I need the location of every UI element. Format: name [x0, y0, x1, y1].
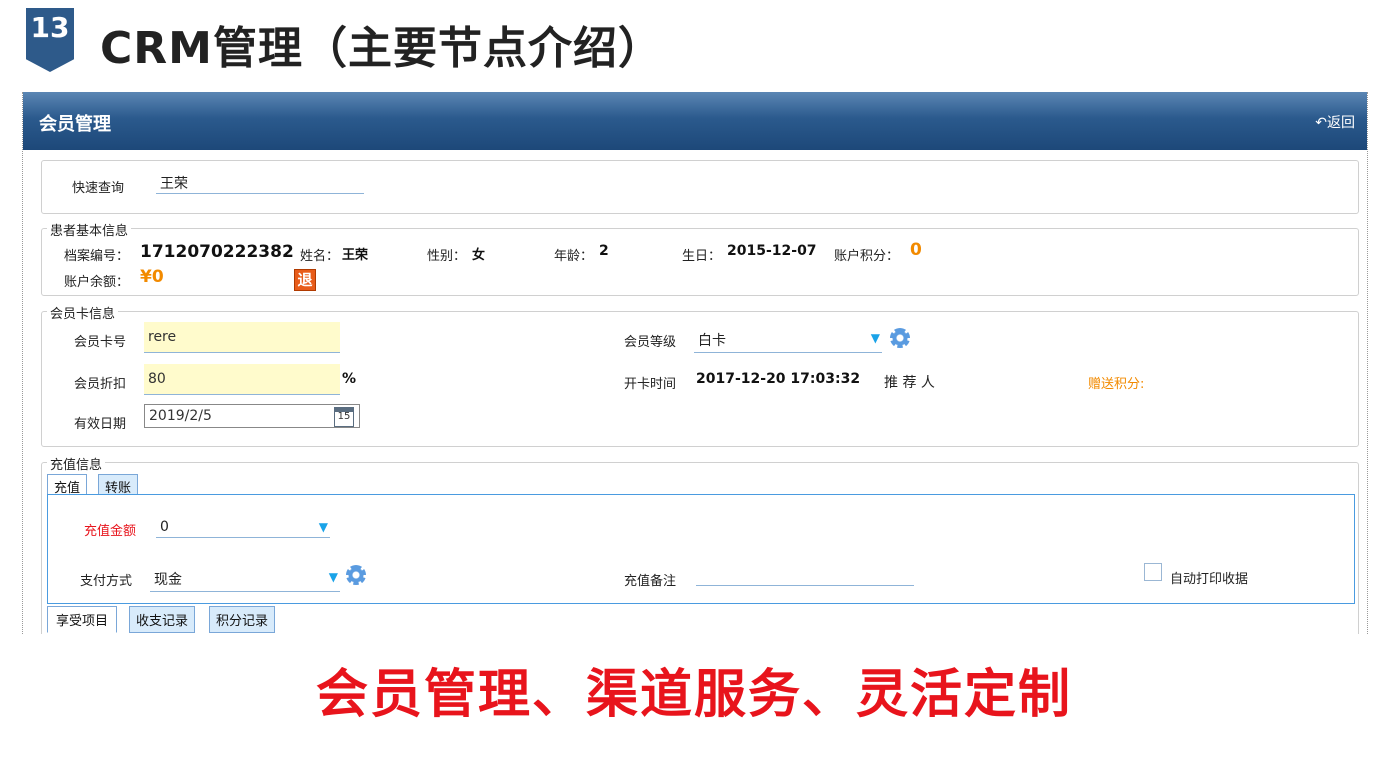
slide-title: CRM管理（主要节点介绍） [100, 23, 663, 74]
app-header: 会员管理 ↶返回 [23, 92, 1367, 150]
card-info-panel: 会员卡号 会员等级 白卡 ▼ 会员折扣 % 开卡时间 2017-12-20 17… [41, 311, 1359, 447]
tab-points-records[interactable]: 积分记录 [209, 606, 276, 633]
recharge-info-legend: 充值信息 [47, 454, 106, 473]
age-value: 2 [599, 243, 609, 259]
card-no-input[interactable] [144, 322, 340, 353]
card-info-legend: 会员卡信息 [47, 303, 119, 322]
chevron-down-icon: ▼ [870, 331, 880, 345]
level-settings-gear-icon[interactable] [890, 328, 910, 348]
auto-print-label: 自动打印收据 [1170, 572, 1249, 587]
pay-method-settings-gear-icon[interactable] [346, 565, 366, 585]
patient-info-legend: 患者基本信息 [47, 220, 132, 239]
back-button[interactable]: ↶返回 [1315, 112, 1355, 132]
balance-label: 账户余额： [64, 275, 130, 290]
discount-input[interactable] [144, 364, 340, 395]
age-label: 年龄： [554, 249, 594, 264]
file-no-label: 档案编号： [64, 249, 130, 264]
level-label: 会员等级 [624, 335, 677, 350]
name-value: 王荣 [342, 248, 369, 263]
discount-label: 会员折扣 [74, 377, 127, 392]
auto-print-checkbox[interactable] [1144, 563, 1162, 581]
patient-info-panel: 档案编号： 1712070222382 姓名： 王荣 性别： 女 年龄： 2 生… [41, 228, 1359, 296]
remark-input[interactable] [696, 565, 914, 586]
percent-sign: % [342, 371, 357, 387]
quick-search-panel: 快速查询 [41, 160, 1359, 214]
amount-value: 0 [160, 519, 169, 535]
expiry-label: 有效日期 [74, 417, 127, 432]
pay-method-select[interactable]: 现金 ▼ [150, 567, 340, 592]
gender-value: 女 [472, 248, 486, 263]
member-management-window: 会员管理 ↶返回 快速查询 档案编号： 1712070222382 姓名： 王荣… [22, 92, 1368, 634]
level-select[interactable]: 白卡 ▼ [694, 328, 882, 353]
pay-method-value: 现金 [154, 572, 182, 588]
tab-enjoy-items[interactable]: 享受项目 [47, 606, 118, 633]
tab-income-expense[interactable]: 收支记录 [129, 606, 196, 633]
points-value: 0 [910, 240, 922, 260]
page-title: 会员管理 [39, 114, 111, 135]
recharge-tab-panel: 充值金额 0 ▼ 支付方式 现金 ▼ 充值备注 自动打印收据 [47, 494, 1355, 604]
slide-slogan: 会员管理、渠道服务、灵活定制 [315, 665, 1072, 725]
quick-search-label: 快速查询 [72, 181, 125, 196]
balance-value: ¥0 [140, 267, 164, 287]
expiry-date-input[interactable] [144, 404, 360, 428]
gender-label: 性别： [427, 249, 467, 264]
file-no-value: 1712070222382 [140, 242, 294, 262]
referrer-label: 推 荐 人 [884, 375, 935, 391]
open-time-label: 开卡时间 [624, 377, 677, 392]
points-label: 账户积分： [834, 249, 900, 264]
level-value: 白卡 [698, 333, 726, 349]
card-no-label: 会员卡号 [74, 335, 127, 350]
amount-select[interactable]: 0 ▼ [156, 517, 330, 538]
pay-method-label: 支付方式 [80, 574, 133, 589]
quick-search-input[interactable] [156, 173, 364, 194]
birthday-label: 生日： [682, 249, 722, 264]
open-time-value: 2017-12-20 17:03:32 [696, 371, 861, 387]
chevron-down-icon: ▼ [328, 570, 338, 584]
name-label: 姓名： [300, 249, 340, 264]
gift-points-label: 赠送积分: [1088, 377, 1145, 392]
calendar-icon[interactable]: 15 [334, 407, 354, 427]
refund-button[interactable]: 退 [294, 269, 316, 291]
birthday-value: 2015-12-07 [727, 243, 817, 259]
remark-label: 充值备注 [624, 574, 677, 589]
chevron-down-icon: ▼ [318, 520, 328, 534]
slide-number-badge: 13 [26, 8, 74, 72]
amount-label: 充值金额 [84, 524, 137, 539]
